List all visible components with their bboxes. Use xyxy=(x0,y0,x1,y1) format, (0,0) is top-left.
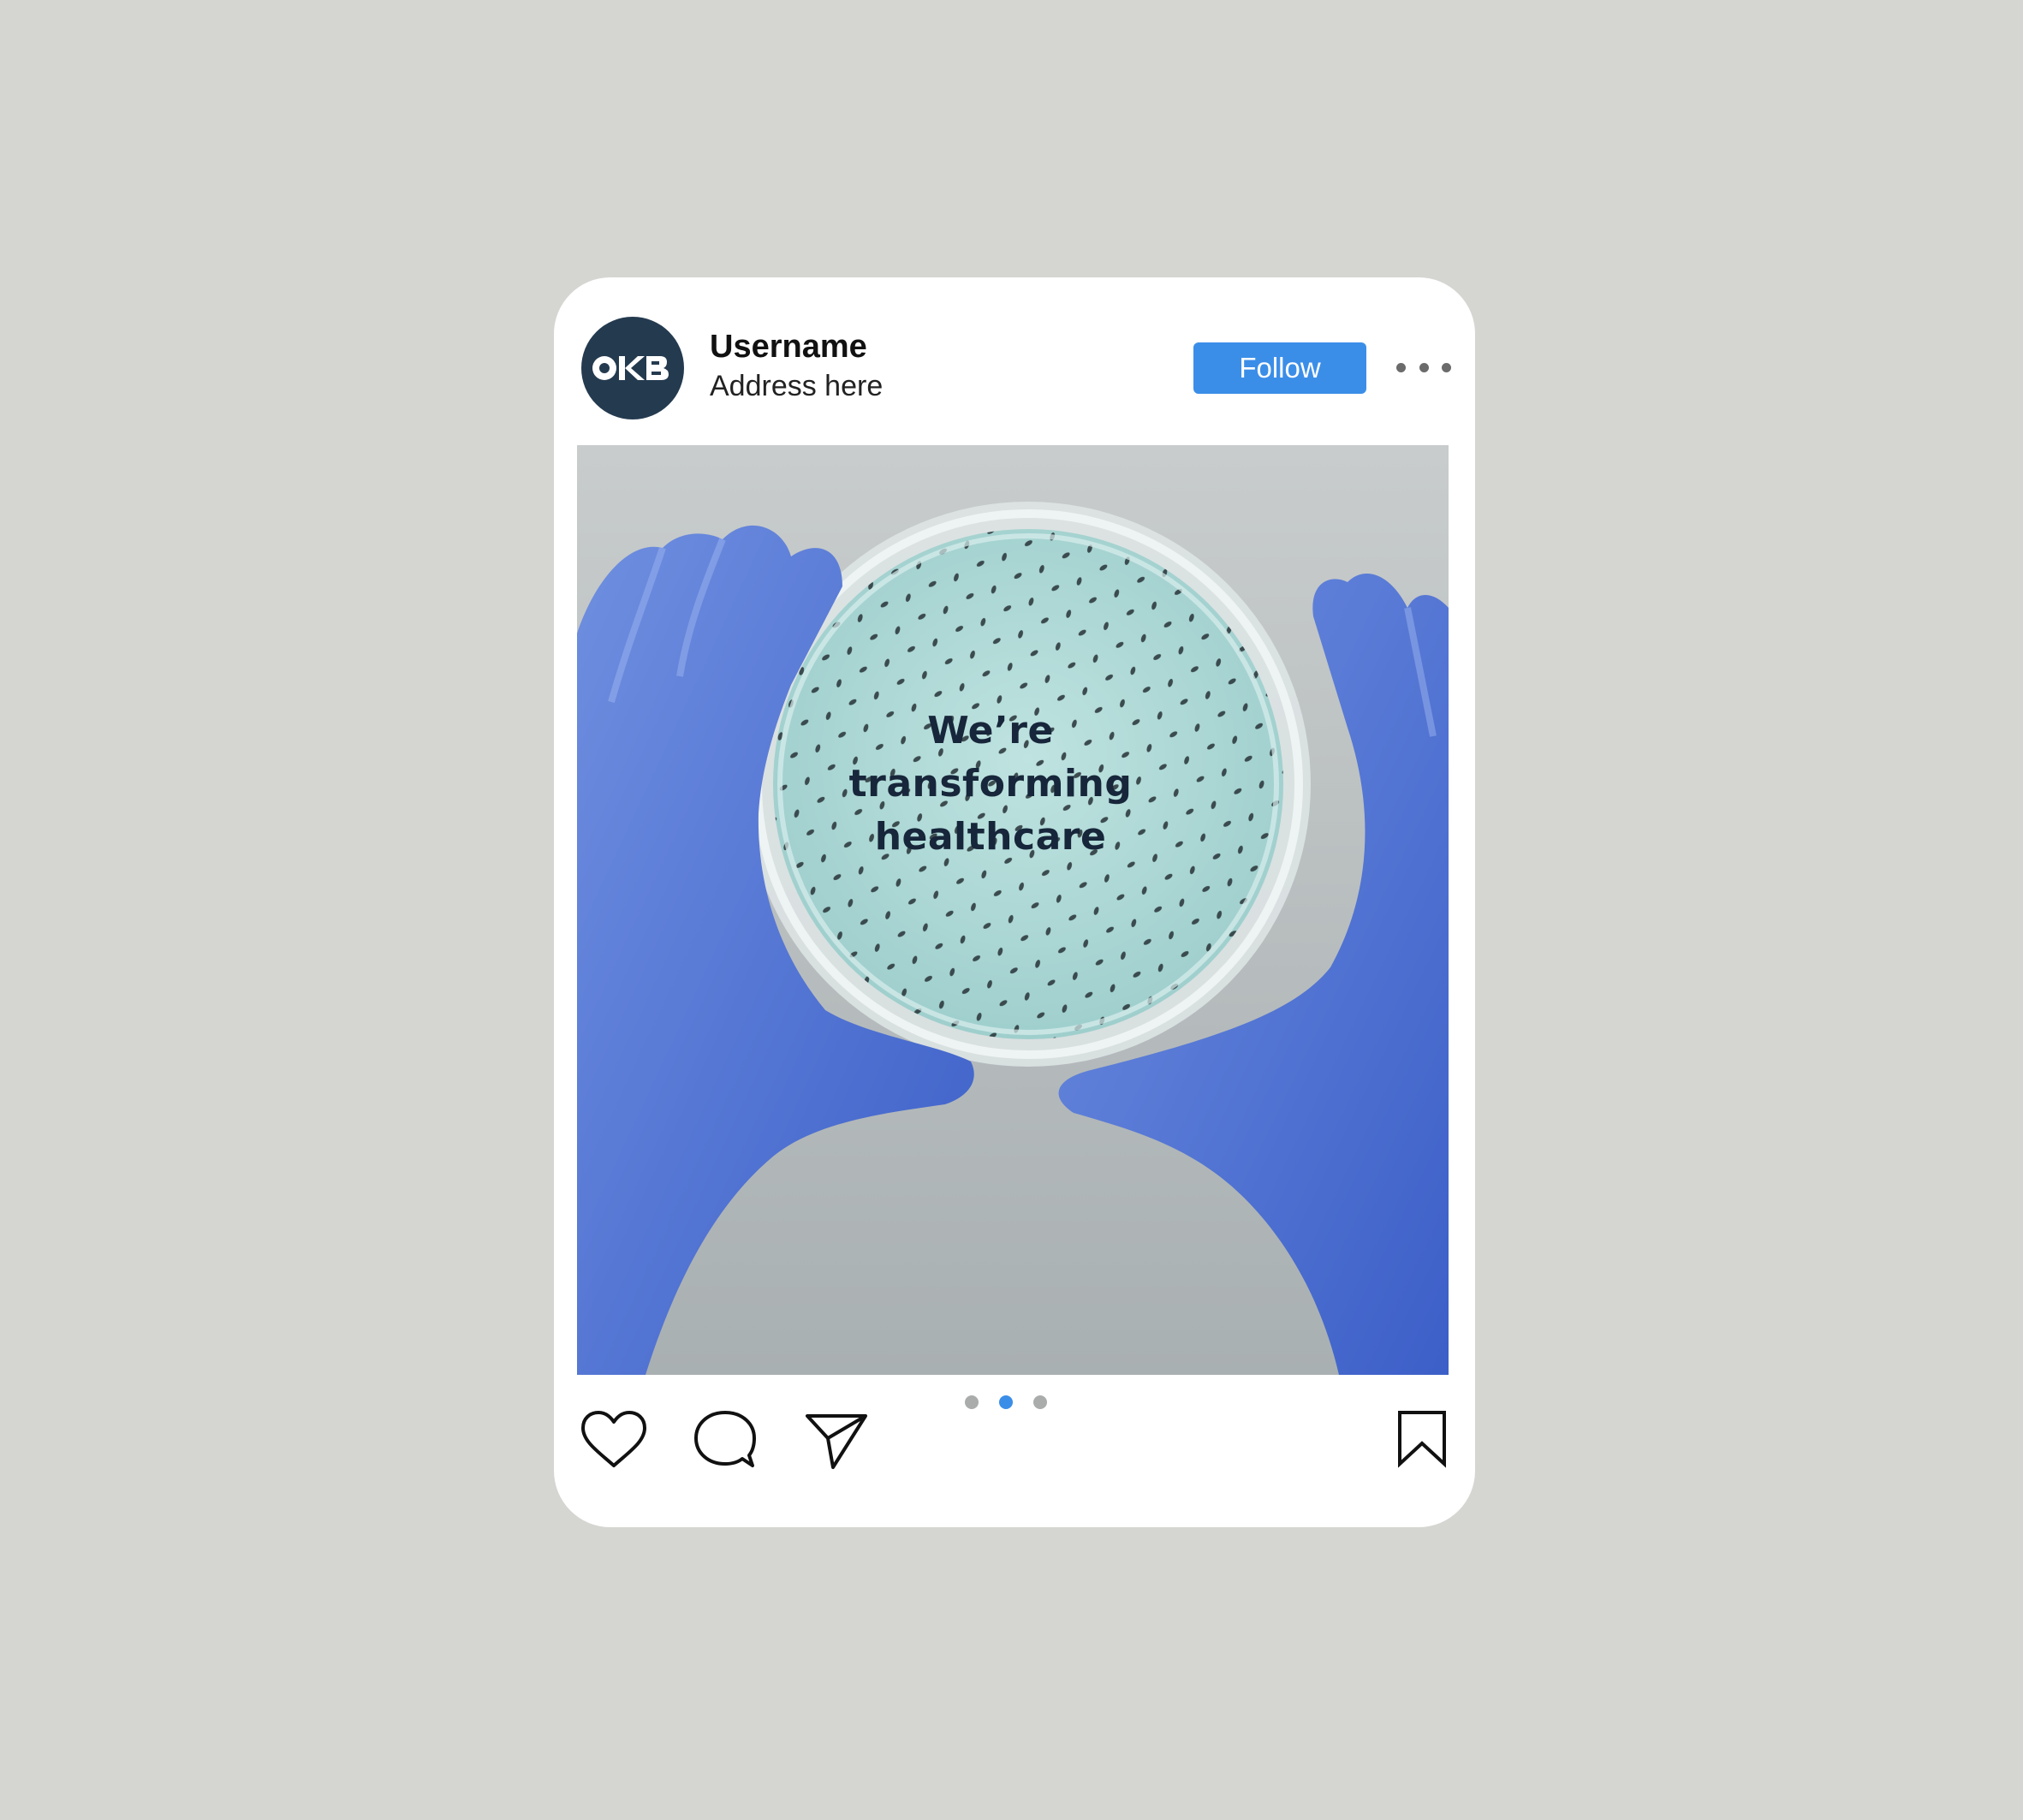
paper-plane-icon[interactable] xyxy=(804,1409,869,1471)
bookmark-icon[interactable] xyxy=(1396,1409,1448,1469)
follow-button[interactable]: Follow xyxy=(1193,342,1366,394)
carousel-dot[interactable] xyxy=(965,1395,979,1409)
avatar[interactable] xyxy=(581,317,684,419)
username[interactable]: Username xyxy=(710,329,867,366)
more-horizontal-icon xyxy=(1396,362,1406,372)
post-image[interactable]: We’re transforming healthcare xyxy=(577,445,1449,1375)
more-options-button[interactable] xyxy=(1396,354,1451,380)
petri-dish-photo xyxy=(577,445,1449,1375)
carousel-dot-active[interactable] xyxy=(999,1395,1013,1409)
post-card: Username Address here Follow We’re trans… xyxy=(554,277,1475,1527)
speech-bubble-icon[interactable] xyxy=(693,1409,758,1471)
carousel-indicator xyxy=(965,1395,1047,1409)
okb-logo xyxy=(592,356,669,380)
carousel-dot[interactable] xyxy=(1033,1395,1047,1409)
heart-icon[interactable] xyxy=(580,1409,648,1471)
more-horizontal-icon xyxy=(1442,362,1451,372)
location-address[interactable]: Address here xyxy=(710,370,883,403)
more-horizontal-icon xyxy=(1419,362,1429,372)
